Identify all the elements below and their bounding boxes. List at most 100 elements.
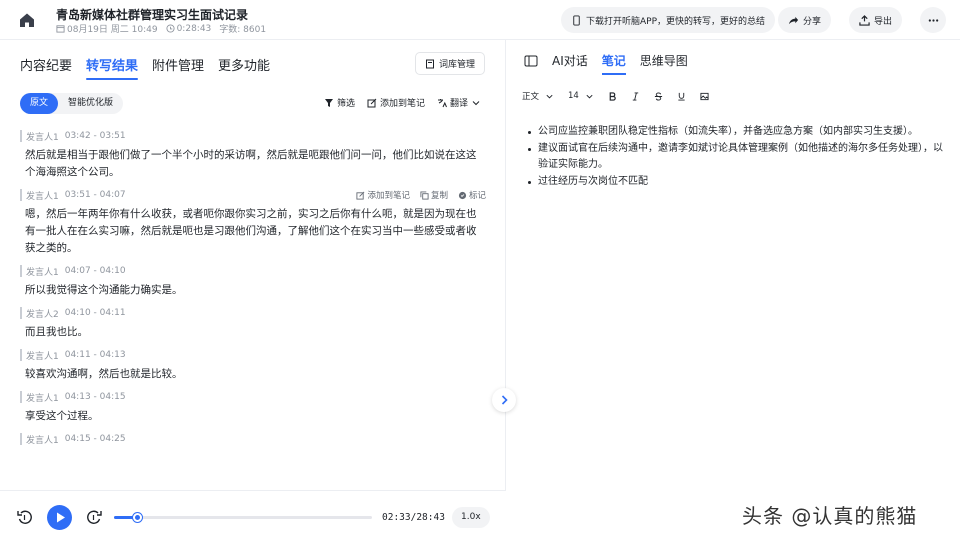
forward-15-icon[interactable]: [85, 508, 103, 526]
bold-icon[interactable]: [608, 91, 617, 101]
lexicon-button[interactable]: 词库管理: [414, 52, 485, 75]
segment-time[interactable]: 03:51 - 04:07: [65, 190, 126, 200]
tab-more-features[interactable]: 更多功能: [218, 55, 270, 80]
segment-mark-button[interactable]: 标记: [458, 189, 486, 201]
note-item[interactable]: 建议面试官在后续沟通中，邀请李如斌讨论具体管理案例（如他描述的海尔多任务处理），…: [528, 141, 948, 174]
segment-text[interactable]: 较喜欢沟通啊，然后也就是比较。: [20, 366, 486, 383]
tab-ai-chat[interactable]: AI对话: [552, 52, 588, 75]
transcript-segment[interactable]: 发言人2 04:10 - 04:11 而且我也比。: [20, 307, 486, 341]
segment-add-note-button[interactable]: 添加到笔记: [356, 189, 410, 201]
speed-button[interactable]: 1.0x: [452, 507, 490, 528]
transcript-list: 发言人1 03:42 - 03:51 然后就是相当于跟他们做了一个半个小时的采访啊…: [20, 130, 486, 482]
phone-icon: [573, 14, 580, 26]
share-button[interactable]: 分享: [778, 7, 832, 33]
record-date: 08月19日 周二 10:49: [67, 25, 158, 35]
segment-time[interactable]: 04:11 - 04:13: [65, 350, 126, 360]
translate-label: 翻译: [449, 99, 468, 109]
transcript-segment[interactable]: 发言人1 03:51 - 04:07 添加到笔记 复制 标记 嗯，然后一年两年你有…: [20, 189, 486, 257]
original-version-option[interactable]: 原文: [20, 93, 59, 114]
translate-icon: [437, 98, 447, 107]
segment-text[interactable]: 所以我觉得这个沟通能力确实是。: [20, 282, 486, 299]
note-item[interactable]: 过往经历与次岗位不匹配: [528, 174, 948, 191]
note-item[interactable]: 公司应监控兼职团队稳定性指标（如流失率），并备选应急方案（如内部实习生支援）。: [528, 124, 948, 141]
audio-player: 02:33/28:43 1.0x: [0, 490, 506, 543]
segment-text[interactable]: 嗯，然后一年两年你有什么收获，或者呃你跟你实习之前，实习之后你有什么呃，就是因为…: [20, 206, 486, 257]
transcript-pane: 内容纪要 转写结果 附件管理 更多功能 词库管理 原文 智能优化版 筛选 添加到…: [0, 40, 506, 543]
segment-time[interactable]: 04:07 - 04:10: [65, 266, 126, 276]
transcript-segment[interactable]: 发言人1 04:13 - 04:15 享受这个过程。: [20, 391, 486, 425]
record-meta: 08月19日 周二 10:49 0:28:43 字数: 8601: [56, 22, 266, 35]
text-style-select[interactable]: 正文: [522, 90, 554, 102]
translate-button[interactable]: 翻译: [437, 96, 481, 109]
add-to-notes-button[interactable]: 添加到笔记: [367, 96, 425, 109]
italic-icon[interactable]: [631, 91, 640, 101]
tab-notes[interactable]: 笔记: [601, 52, 626, 75]
segment-text[interactable]: 然后就是相当于跟他们做了一个半个小时的采访啊，然后就是呃跟他们问一问，他们比如说…: [20, 147, 486, 181]
strikethrough-icon[interactable]: [654, 91, 663, 101]
export-button[interactable]: 导出: [849, 7, 903, 33]
tab-summary[interactable]: 内容纪要: [20, 55, 72, 80]
tab-attachments[interactable]: 附件管理: [152, 55, 204, 80]
font-size-select[interactable]: 14: [568, 91, 594, 101]
speaker-label: 发言人1: [26, 191, 59, 202]
calendar-icon: [56, 25, 65, 33]
panel-layout-icon[interactable]: [524, 55, 538, 67]
segment-copy-label: 复制: [430, 191, 448, 201]
segment-text[interactable]: 享受这个过程。: [20, 408, 486, 425]
transcript-segment[interactable]: 发言人1 04:11 - 04:13 较喜欢沟通啊，然后也就是比较。: [20, 349, 486, 383]
chevron-down-icon: [472, 100, 480, 105]
chevron-down-icon: [586, 94, 593, 98]
add-to-notes-label: 添加到笔记: [379, 99, 425, 109]
note-edit-icon: [367, 98, 377, 107]
segment-add-note-label: 添加到笔记: [367, 191, 410, 201]
right-tabs: AI对话 笔记 思维导图: [524, 52, 688, 75]
transcript-segment[interactable]: 发言人1 03:42 - 03:51 然后就是相当于跟他们做了一个半个小时的采访啊…: [20, 130, 486, 181]
speaker-label: 发言人1: [26, 435, 59, 446]
optimized-version-option[interactable]: 智能优化版: [58, 93, 123, 114]
speaker-label: 发言人1: [26, 393, 59, 404]
mark-icon: [458, 191, 467, 199]
export-icon: [859, 14, 870, 26]
chevron-down-icon: [546, 94, 553, 98]
filter-label: 筛选: [336, 99, 355, 109]
tab-transcript[interactable]: 转写结果: [86, 55, 139, 80]
more-dots-icon: [928, 18, 938, 22]
tab-mindmap[interactable]: 思维导图: [640, 52, 688, 75]
segment-actions: 添加到笔记 复制 标记: [356, 189, 486, 201]
copy-icon: [420, 190, 429, 200]
word-count: 字数: 8601: [219, 25, 267, 35]
progress-track[interactable]: [114, 513, 372, 522]
notes-list[interactable]: 公司应监控兼职团队稳定性指标（如流失率），并备选应急方案（如内部实习生支援）。 …: [528, 124, 948, 190]
image-icon[interactable]: [700, 92, 709, 101]
transcript-segment[interactable]: 发言人1 04:15 - 04:25: [20, 433, 486, 446]
segment-mark-label: 标记: [468, 191, 486, 201]
progress-handle[interactable]: [132, 513, 142, 522]
left-tabs: 内容纪要 转写结果 附件管理 更多功能: [20, 55, 270, 80]
segment-time[interactable]: 03:42 - 03:51: [65, 131, 126, 141]
filter-icon: [324, 98, 333, 107]
segment-text[interactable]: 而且我也比。: [20, 324, 486, 341]
share-icon: [788, 16, 799, 24]
notes-pane: AI对话 笔记 思维导图 正文 14 公司应监控兼职团队稳定性指标（如流失率），…: [506, 40, 960, 543]
clock-icon: [166, 24, 175, 33]
note-edit-icon: [356, 191, 365, 200]
book-icon: [425, 59, 434, 68]
home-icon[interactable]: [18, 11, 36, 29]
filter-button[interactable]: 筛选: [324, 96, 355, 109]
rewind-15-icon[interactable]: [16, 508, 34, 526]
speaker-label: 发言人2: [26, 309, 59, 320]
speaker-label: 发言人1: [26, 132, 59, 143]
download-app-banner[interactable]: 下载打开听脑APP，更快的转写，更好的总结: [561, 7, 776, 33]
format-toolbar: 正文 14: [522, 90, 709, 102]
segment-time[interactable]: 04:15 - 04:25: [65, 434, 126, 444]
more-button[interactable]: [920, 7, 946, 33]
segment-time[interactable]: 04:10 - 04:11: [65, 308, 126, 318]
transcript-segment[interactable]: 发言人1 04:07 - 04:10 所以我觉得这个沟通能力确实是。: [20, 265, 486, 299]
underline-icon[interactable]: [677, 92, 686, 101]
transcript-tools: 筛选 添加到笔记 翻译: [324, 96, 481, 109]
font-size-value: 14: [568, 91, 579, 101]
segment-time[interactable]: 04:13 - 04:15: [65, 392, 126, 402]
watermark-text: 头条 @认真的熊猫: [742, 504, 918, 528]
play-button[interactable]: [47, 505, 72, 530]
segment-copy-button[interactable]: 复制: [420, 189, 448, 201]
